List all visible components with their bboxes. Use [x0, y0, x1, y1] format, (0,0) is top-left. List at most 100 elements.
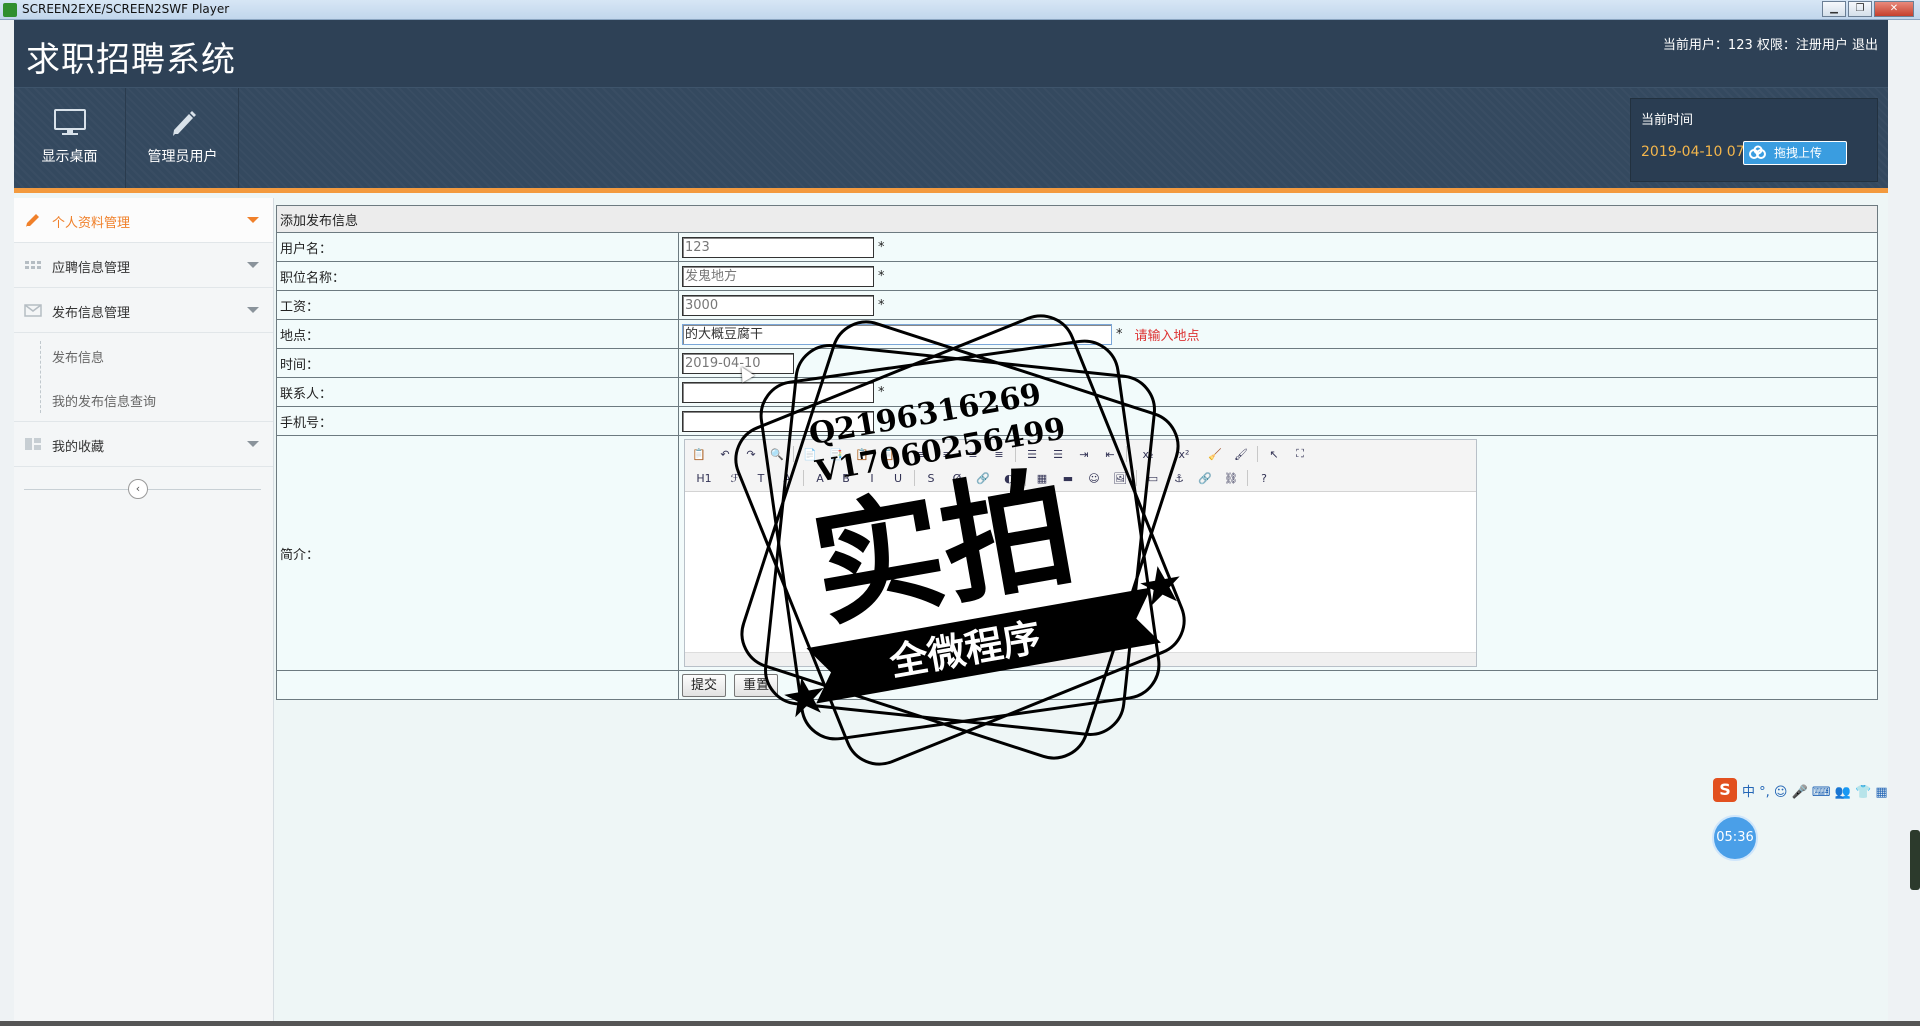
- required-mark: *: [1116, 326, 1123, 342]
- r2-tool-15-icon[interactable]: 🖼: [1110, 469, 1130, 487]
- form-row-phone: 手机号：: [276, 406, 1878, 436]
- r1-tool-11-icon[interactable]: ≡: [989, 445, 1009, 463]
- username-input[interactable]: 123: [682, 236, 874, 258]
- location-input[interactable]: 的大概豆腐干: [682, 323, 1112, 345]
- sidebar-item-applications[interactable]: 应聘信息管理: [14, 243, 273, 288]
- r2-tool-7-icon[interactable]: U: [888, 469, 908, 487]
- intro-label: 简介：: [276, 435, 679, 671]
- drag-upload-label: 拖拽上传: [1774, 146, 1823, 160]
- show-desktop-button[interactable]: 显示桌面: [14, 88, 126, 188]
- toolbar-separator: [803, 470, 804, 486]
- r1-tool-13-icon[interactable]: ☰: [1048, 445, 1068, 463]
- r1-tool-15-icon[interactable]: ⇤: [1100, 445, 1120, 463]
- r2-tool-6-icon[interactable]: I: [862, 469, 882, 487]
- cloud-icon: [1749, 145, 1766, 159]
- editor-body[interactable]: [685, 493, 1476, 652]
- sidebar-item-label: 发布信息管理: [52, 306, 131, 321]
- r1-tool-18-icon[interactable]: 🧹: [1205, 445, 1225, 463]
- required-mark: *: [878, 297, 885, 313]
- r1-tool-14-icon[interactable]: ⇥: [1074, 445, 1094, 463]
- editor-resize-bar[interactable]: [685, 652, 1476, 666]
- rich-text-editor[interactable]: 📋 ↶ ↷ 🔍 📄 📑 📋 📋 ≡ ≡ ≡ ≡ ☰ ☰ ⇥ ⇤ x₂ x² 🧹 🖌 ↖ ⛶ H1 ℱ T A A B I U S Ø 🔗 ◐ ▦ ▬…: [684, 439, 1477, 667]
- timer-badge[interactable]: 05:36: [1712, 815, 1758, 861]
- form-row-username: 用户名： 123 *: [276, 232, 1878, 262]
- grid-icon: [25, 261, 41, 269]
- app-icon: [3, 3, 17, 17]
- r2-tool-14-icon[interactable]: ☺: [1084, 469, 1104, 487]
- maximize-button[interactable]: ❐: [1848, 1, 1872, 17]
- contact-input[interactable]: [682, 381, 874, 403]
- r2-tool-1-icon[interactable]: ℱ: [725, 469, 745, 487]
- pencil-icon: [26, 214, 39, 227]
- top-toolbar: 显示桌面 管理员用户 当前时间 2019-04-10 07: 拖拽上传: [14, 88, 1888, 193]
- chevron-down-icon: [247, 217, 259, 223]
- r2-tool-16-icon[interactable]: ▭: [1143, 469, 1163, 487]
- reset-button[interactable]: 重置: [734, 673, 779, 697]
- r1-tool-19-icon[interactable]: 🖌: [1231, 445, 1251, 463]
- r1-tool-2-icon[interactable]: ↷: [741, 445, 761, 463]
- sidebar-item-profile[interactable]: 个人资料管理: [14, 198, 273, 243]
- r2-tool-19-icon[interactable]: ⛓: [1221, 469, 1241, 487]
- sidebar-subitem-publish-info[interactable]: 发布信息: [14, 333, 273, 377]
- r2-tool-4-icon[interactable]: A: [810, 469, 830, 487]
- r1-tool-21-icon[interactable]: ⛶: [1290, 445, 1310, 463]
- minimize-button[interactable]: ▁: [1822, 1, 1846, 17]
- r2-tool-8-icon[interactable]: S: [921, 469, 941, 487]
- contact-label: 联系人：: [276, 377, 679, 407]
- r1-tool-12-icon[interactable]: ☰: [1022, 445, 1042, 463]
- required-mark: *: [878, 239, 885, 255]
- r2-tool-11-icon[interactable]: ◐: [999, 469, 1019, 487]
- r2-tool-12-icon[interactable]: ▦: [1032, 469, 1052, 487]
- r2-tool-3-icon[interactable]: A: [777, 469, 797, 487]
- r1-tool-3-icon[interactable]: 🔍: [767, 445, 787, 463]
- r1-tool-7-icon[interactable]: 📋: [878, 445, 898, 463]
- r2-tool-10-icon[interactable]: 🔗: [973, 469, 993, 487]
- current-time-panel: 当前时间 2019-04-10 07: 拖拽上传: [1630, 98, 1878, 182]
- app-frame: 求职招聘系统 当前用户：123 权限：注册用户 退出 显示桌面 管理员用户 当前…: [14, 20, 1888, 1026]
- window-controls: ▁ ❐ ✕: [1822, 1, 1914, 17]
- r1-tool-1-icon[interactable]: ↶: [715, 445, 735, 463]
- r2-tool-9-icon[interactable]: Ø: [947, 469, 967, 487]
- r1-tool-16-icon[interactable]: x₂: [1133, 445, 1163, 463]
- close-button[interactable]: ✕: [1874, 1, 1914, 17]
- r2-tool-18-icon[interactable]: 🔗: [1195, 469, 1215, 487]
- r2-tool-20-icon[interactable]: ?: [1254, 469, 1274, 487]
- monitor-icon: [53, 109, 86, 135]
- app-logo: 求职招聘系统: [26, 40, 236, 80]
- submit-button[interactable]: 提交: [682, 673, 727, 697]
- ime-toolbar[interactable]: S 中 °, ☺ 🎤 ⌨ 👥 👕 ▦: [1713, 777, 1888, 803]
- r2-tool-17-icon[interactable]: ⚓: [1169, 469, 1189, 487]
- sidebar-item-publish[interactable]: 发布信息管理: [14, 288, 273, 333]
- form-row-intro: 简介： 📋 ↶ ↷ 🔍 📄 📑 📋 📋 ≡ ≡ ≡ ≡ ☰ ☰ ⇥ ⇤ x₂ x² 🧹 🖌 ↖ ⛶ H1 ℱ T A A B I U S Ø…: [276, 435, 1878, 671]
- admin-user-label: 管理员用户: [147, 149, 218, 165]
- r2-tool-13-icon[interactable]: ▬: [1058, 469, 1078, 487]
- user-info[interactable]: 当前用户：123 权限：注册用户 退出: [1663, 34, 1878, 53]
- collapse-sidebar-button[interactable]: ‹: [128, 479, 148, 499]
- r1-tool-20-icon[interactable]: ↖: [1264, 445, 1284, 463]
- r2-tool-2-icon[interactable]: T: [751, 469, 771, 487]
- r1-tool-9-icon[interactable]: ≡: [937, 445, 957, 463]
- sidebar-item-favorites[interactable]: 我的收藏: [14, 422, 273, 467]
- toolbar-separator: [1136, 470, 1137, 486]
- job-title-input[interactable]: 发鬼地方: [682, 265, 874, 287]
- r1-tool-8-icon[interactable]: ≡: [911, 445, 931, 463]
- subitem-label: 我的发布信息查询: [52, 395, 157, 410]
- toolbar-separator: [904, 446, 905, 462]
- r1-tool-17-icon[interactable]: x²: [1169, 445, 1199, 463]
- sidebar-subitem-my-publish-query[interactable]: 我的发布信息查询: [14, 377, 273, 421]
- phone-input[interactable]: [682, 410, 874, 432]
- admin-user-button[interactable]: 管理员用户: [127, 88, 239, 188]
- subitem-label: 发布信息: [52, 351, 105, 366]
- r2-tool-0-icon[interactable]: H1: [689, 469, 719, 487]
- r1-tool-4-icon[interactable]: 📄: [800, 445, 820, 463]
- mail-icon: [24, 304, 42, 317]
- r1-tool-0-icon[interactable]: 📋: [689, 445, 709, 463]
- r1-tool-5-icon[interactable]: 📑: [826, 445, 846, 463]
- main-content: 添加发布信息 用户名： 123 * 职位名称： 发鬼地方 * 工资： 3000 * 地…: [276, 205, 1878, 700]
- r1-tool-10-icon[interactable]: ≡: [963, 445, 983, 463]
- location-label: 地点：: [276, 319, 679, 349]
- salary-input[interactable]: 3000: [682, 294, 874, 316]
- r2-tool-5-icon[interactable]: B: [836, 469, 856, 487]
- drag-upload-button[interactable]: 拖拽上传: [1743, 141, 1847, 165]
- r1-tool-6-icon[interactable]: 📋: [852, 445, 872, 463]
